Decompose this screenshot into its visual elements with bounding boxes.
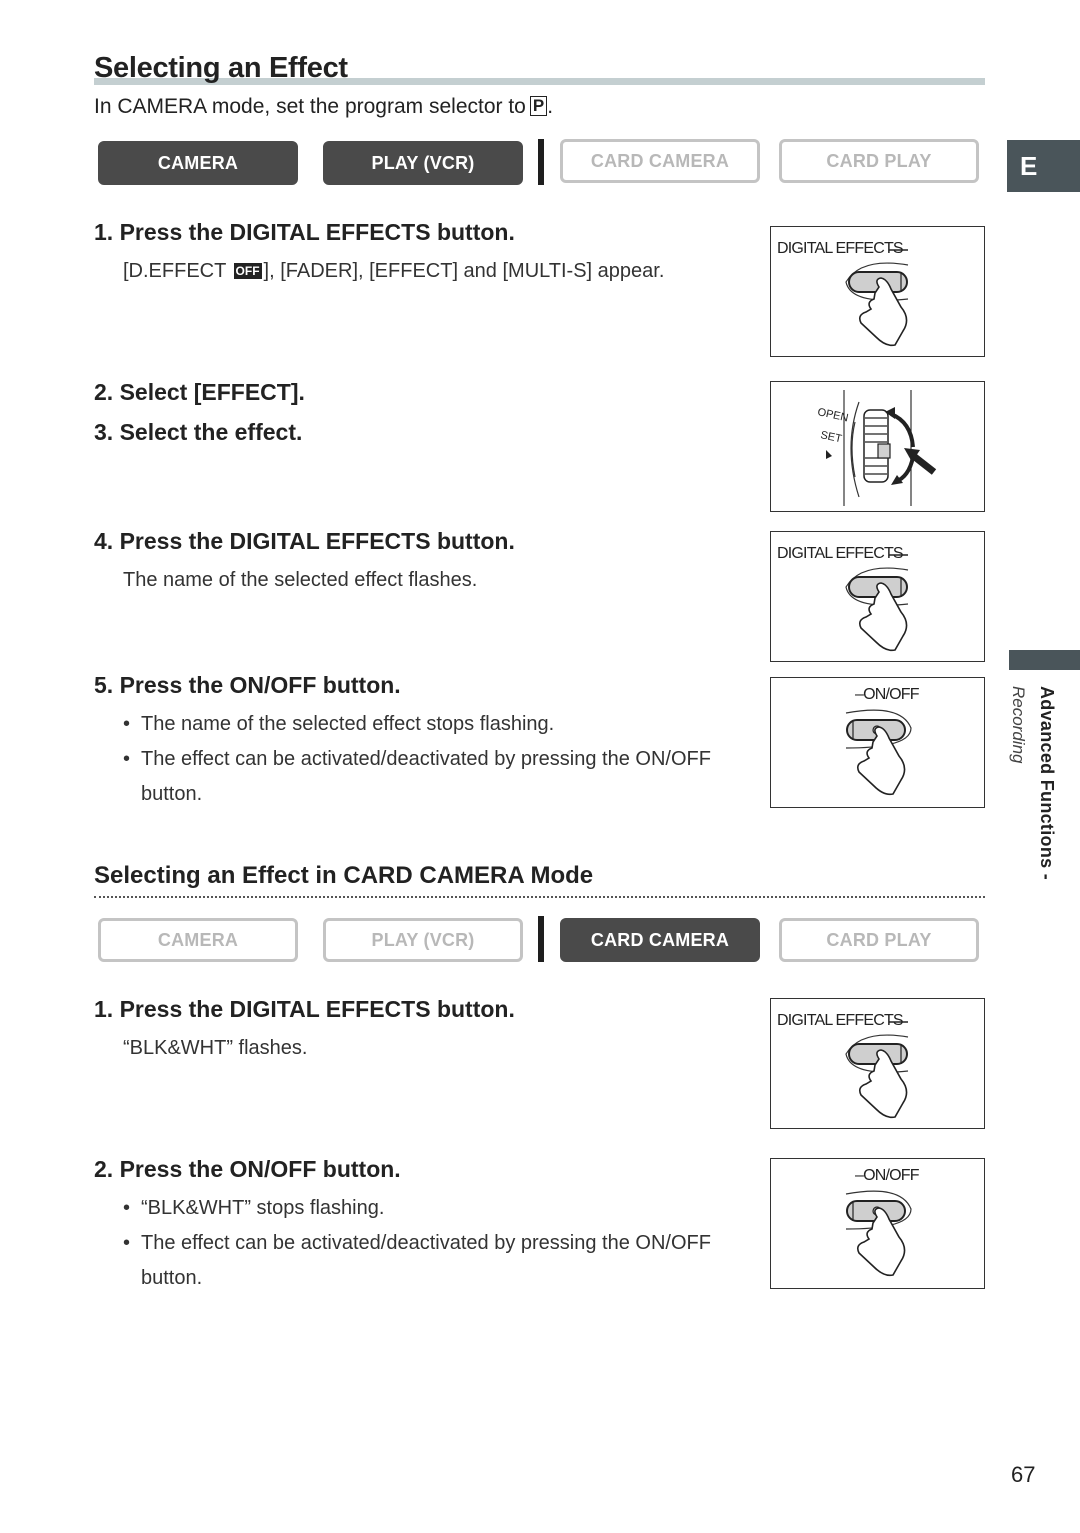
mode-separator: [538, 916, 544, 962]
dial-icon: OPEN SET: [816, 390, 937, 506]
mode-card-play: CARD PLAY: [779, 139, 979, 183]
dotted-divider: [94, 896, 985, 898]
card-step-1-desc: “BLK&WHT” flashes.: [123, 1037, 308, 1059]
illustration-selector-dial: OPEN SET: [770, 381, 985, 512]
step-1-desc: [D.EFFECT OFF], [FADER], [EFFECT] and [M…: [123, 260, 665, 282]
mode-card-camera: CARD CAMERA: [560, 918, 760, 962]
step-4-desc: The name of the selected effect flashes.: [123, 569, 478, 591]
mode-card-camera: CARD CAMERA: [560, 139, 760, 183]
mode-bar-card-camera: CAMERA PLAY (VCR) CARD CAMERA CARD PLAY: [98, 916, 988, 964]
step-4-title: 4. Press the DIGITAL EFFECTS button.: [94, 528, 515, 554]
step-2-title: 2. Select [EFFECT].: [94, 379, 305, 405]
off-icon: OFF: [233, 263, 262, 279]
step-5-bullet-1: • The name of the selected effect stops f…: [123, 713, 555, 735]
hand-press-icon: [845, 554, 909, 652]
card-step-1-title: 1. Press the DIGITAL EFFECTS button.: [94, 996, 515, 1022]
svg-text:SET: SET: [819, 429, 843, 445]
side-tab-bar: [1009, 650, 1080, 670]
language-tab: E: [1007, 140, 1080, 192]
side-subsection-label: Recording: [1009, 686, 1028, 764]
mode-camera: CAMERA: [98, 141, 298, 185]
mode-play-vcr: PLAY (VCR): [323, 141, 523, 185]
illustration-on-off-button: –ON/OFF: [770, 1158, 985, 1289]
step-5-bullet-2: • The effect can be activated/deactivated…: [123, 748, 711, 805]
illustration-digital-effects-button: DIGITAL EFFECTS: [770, 998, 985, 1129]
mode-card-play: CARD PLAY: [779, 918, 979, 962]
card-step-2-bullet-2: • The effect can be activated/deactivated…: [123, 1232, 711, 1289]
mode-separator: [538, 139, 544, 185]
program-p-icon: P: [529, 96, 548, 116]
mode-camera: CAMERA: [98, 918, 298, 962]
card-step-2-title: 2. Press the ON/OFF button.: [94, 1156, 401, 1182]
page-number: 67: [1011, 1462, 1036, 1487]
illustration-digital-effects-button: DIGITAL EFFECTS: [770, 226, 985, 357]
illustration-digital-effects-button: DIGITAL EFFECTS: [770, 531, 985, 662]
illustration-on-off-button: –ON/OFF: [770, 677, 985, 808]
mode-bar-camera: CAMERA PLAY (VCR) CARD CAMERA CARD PLAY: [98, 139, 988, 187]
hand-press-icon: [845, 1190, 912, 1277]
step-5-title: 5. Press the ON/OFF button.: [94, 672, 401, 698]
intro-label: In CAMERA mode, set the program selector…: [94, 95, 526, 118]
step-3-title: 3. Select the effect.: [94, 419, 303, 445]
mode-play-vcr: PLAY (VCR): [323, 918, 523, 962]
page-title: Selecting an Effect: [94, 52, 348, 84]
intro-period: .: [547, 95, 554, 118]
card-step-2-bullet-1: • “BLK&WHT” stops flashing.: [123, 1197, 385, 1219]
hand-press-icon: [845, 249, 909, 347]
intro-text: In CAMERA mode, set the program selector…: [94, 95, 553, 119]
subsection-title: Selecting an Effect in CARD CAMERA Mode: [94, 862, 594, 889]
hand-press-icon: [845, 709, 912, 796]
side-section-label: Advanced Functions -: [1037, 686, 1057, 881]
step-1-title: 1. Press the DIGITAL EFFECTS button.: [94, 219, 515, 245]
hand-press-icon: [845, 1021, 909, 1119]
